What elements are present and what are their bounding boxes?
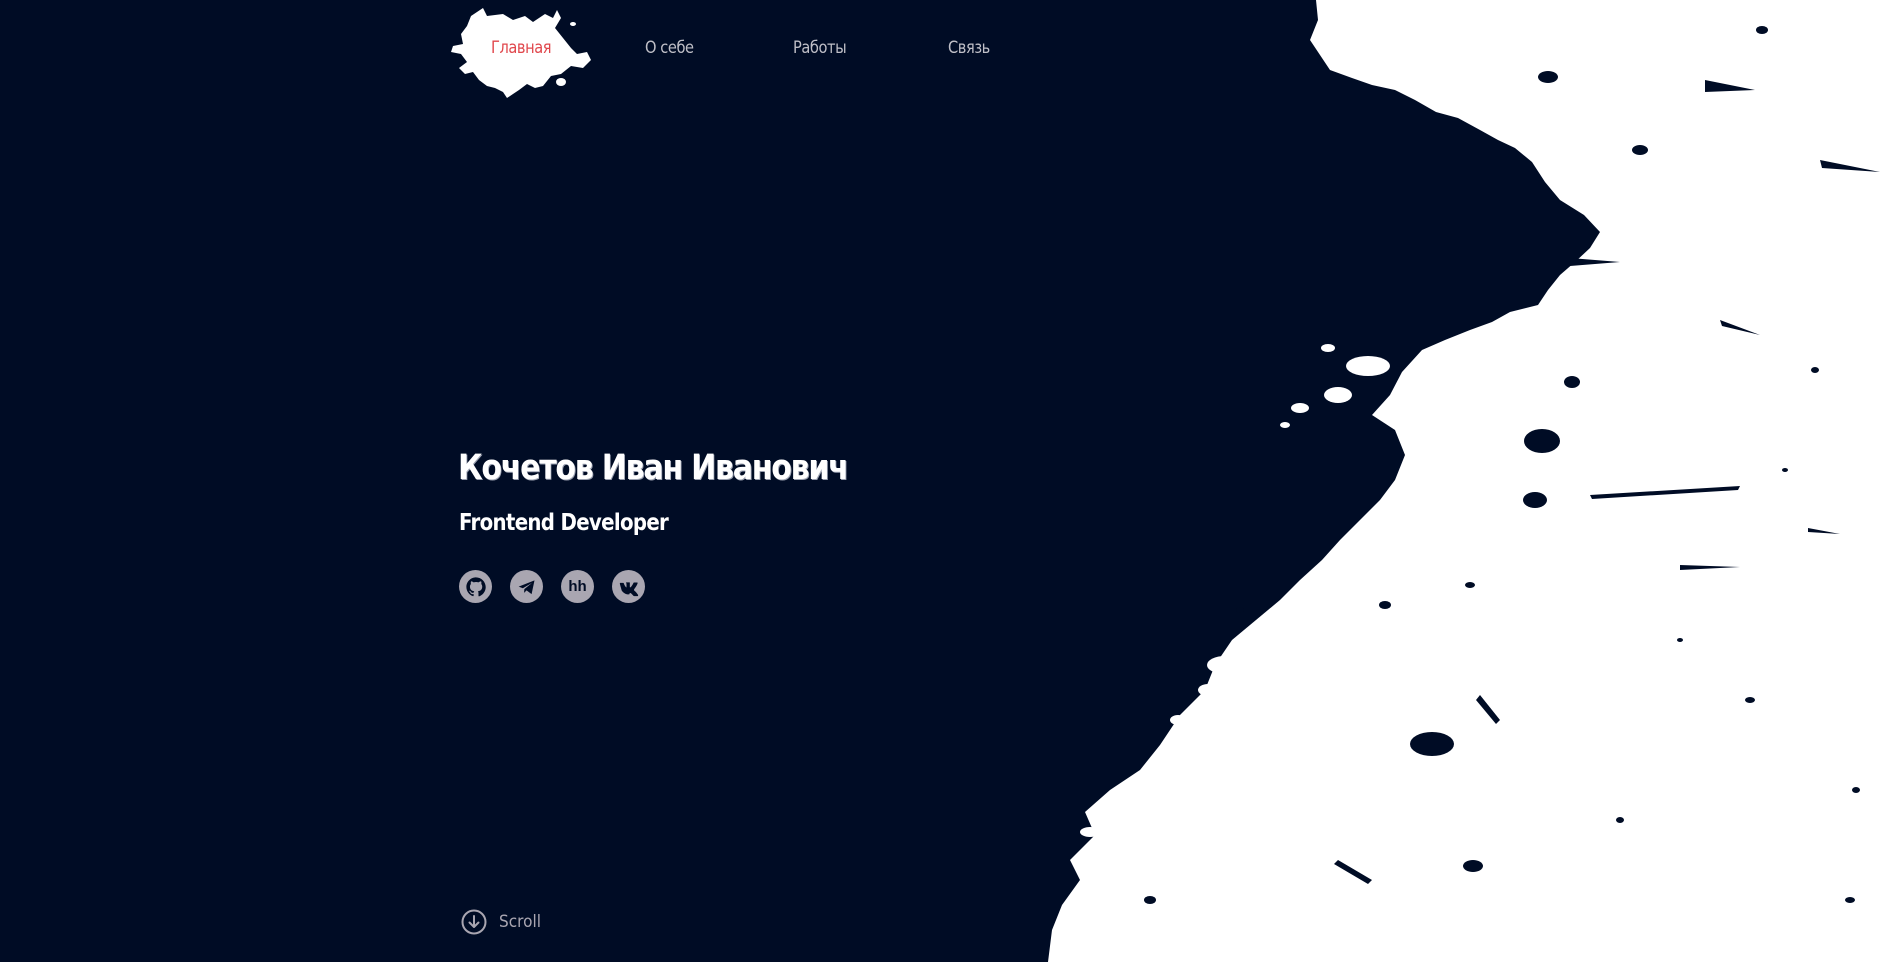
nav-item-contact[interactable]: Связь (948, 38, 990, 58)
hh-icon: hh (568, 578, 587, 595)
page: Главная О себе Работы Связь Кочетов Иван… (0, 0, 1901, 962)
hero-role: Frontend Developer (459, 510, 669, 536)
telegram-link[interactable] (510, 570, 543, 603)
social-links: hh (459, 570, 645, 603)
hero-name: Кочетов Иван Иванович (458, 448, 849, 488)
github-icon (465, 576, 486, 596)
telegram-icon (518, 579, 534, 594)
nav-item-about[interactable]: О себе (645, 38, 694, 58)
vk-link[interactable] (612, 570, 645, 603)
vk-icon (619, 581, 638, 596)
github-link[interactable] (459, 570, 492, 603)
nav-item-works[interactable]: Работы (793, 38, 847, 58)
scroll-button[interactable]: Scroll (461, 909, 546, 935)
paint-splash-background (1048, 0, 1901, 962)
scroll-label: Scroll (499, 912, 541, 932)
nav-item-home[interactable]: Главная (491, 38, 552, 58)
hh-link[interactable]: hh (561, 570, 594, 603)
arrow-down-circle-icon (461, 909, 487, 935)
main-nav: Главная О себе Работы Связь (443, 0, 1003, 100)
